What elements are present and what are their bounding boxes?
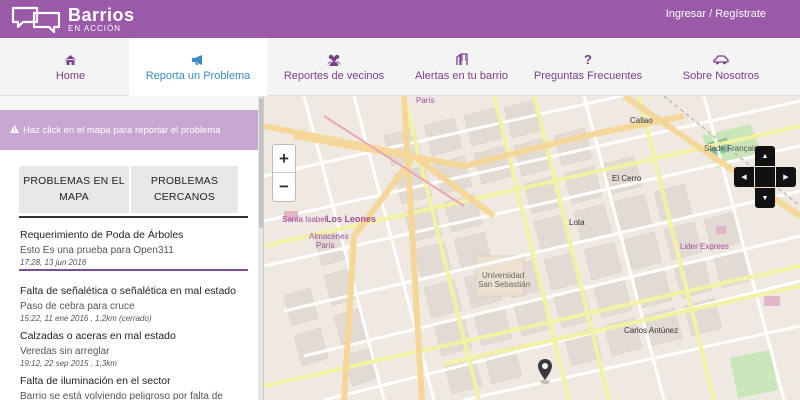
map-label-lota: Lota [569, 218, 585, 227]
report-desc: Esto Es una prueba para Open311 [20, 245, 174, 256]
pan-left-button[interactable]: ◀ [734, 167, 754, 187]
report-title: Calzadas o aceras en mal estado [20, 330, 176, 342]
report-item[interactable]: Falta de iluminación en el sector Barrio… [20, 375, 250, 400]
nav-home-label: Home [55, 69, 86, 82]
nav-neighborhood-alerts[interactable]: Alertas en tu barrio [401, 38, 522, 96]
tab-near-line1: PROBLEMAS [150, 175, 219, 188]
report-title: Falta de señalética o señalética en mal … [20, 285, 236, 297]
map-pin-icon[interactable] [537, 358, 553, 384]
map-label-san-sebastian: San Sebastián [478, 280, 531, 289]
map-label-almacenes-paris: París [316, 241, 335, 250]
nav-about-label: Sobre Nosotros [682, 69, 760, 82]
map-label-el-cerro: El Cerro [612, 174, 642, 183]
report-desc: Barrio se está volviendo peligroso por f… [20, 391, 223, 400]
question-icon: ? [584, 52, 592, 67]
zoom-in-button[interactable]: + [273, 145, 295, 173]
nav-about-us[interactable]: Sobre Nosotros [654, 38, 788, 96]
street-map[interactable]: Los Leones Almacenes París Santa Isabel … [264, 96, 800, 400]
map-click-alert: Haz click en el mapa para reportar el pr… [0, 110, 258, 150]
triangle-down-icon: ▼ [761, 194, 769, 202]
map-label-universidad: Universidad [482, 271, 525, 280]
nav-home[interactable]: Home [12, 38, 129, 96]
home-icon [64, 53, 77, 67]
brand-subtitle: EN ACCIÓN [68, 23, 122, 33]
zoom-out-button[interactable]: − [273, 173, 295, 201]
warning-icon [10, 124, 19, 136]
report-item[interactable]: Calzadas o aceras en mal estado Veredas … [20, 330, 250, 368]
top-header: Barrios EN ACCIÓN Ingresar / Regístrate [0, 0, 800, 38]
alert-building-icon [455, 53, 468, 67]
report-title: Requerimiento de Poda de Árboles [20, 229, 184, 241]
map-label-callao: Callao [630, 116, 653, 125]
map-label-los-leones: Los Leones [326, 214, 377, 224]
triangle-up-icon: ▲ [761, 152, 769, 160]
report-sidebar: Haz click en el mapa para reportar el pr… [0, 96, 264, 400]
report-item[interactable]: Falta de señalética o señalética en mal … [20, 285, 250, 323]
report-meta: 15:22, 11 ene 2016 , 1,2km (cerrado) [20, 314, 152, 323]
brand-title: Barrios [68, 4, 135, 25]
report-desc: Veredas sin arreglar [20, 346, 110, 357]
report-separator [19, 269, 248, 271]
tab-map-problems[interactable]: PROBLEMAS EN EL MAPA [19, 166, 129, 213]
tab-nearby-problems[interactable]: PROBLEMAS CERCANOS [131, 166, 238, 213]
login-register-link[interactable]: Ingresar / Regístrate [666, 8, 766, 20]
map-label-santa-isabel: Santa Isabel [282, 215, 327, 224]
map-label-lider: Lider Express [680, 242, 729, 251]
report-meta: 19:12, 22 sep 2015 , 1,3km [20, 359, 117, 368]
report-desc: Paso de cebra para cruce [20, 301, 135, 312]
users-icon [326, 53, 342, 67]
pan-center [755, 167, 775, 187]
sidebar-scrollbar-thumb[interactable] [259, 98, 263, 228]
report-item[interactable]: Requerimiento de Poda de Árboles Esto Es… [20, 229, 250, 267]
report-meta: 17:28, 13 jun 2016 [20, 258, 87, 267]
tab-underline [19, 216, 248, 218]
triangle-right-icon: ▶ [783, 174, 789, 181]
tab-map-line2: MAPA [59, 190, 89, 203]
tab-map-line1: PROBLEMAS EN EL [23, 175, 125, 188]
brand-logo[interactable]: Barrios EN ACCIÓN [10, 4, 135, 34]
triangle-left-icon: ◀ [741, 174, 747, 181]
nav-report-problem[interactable]: Reporta un Problema [129, 38, 267, 96]
speech-bubbles-icon [10, 4, 62, 34]
pan-down-button[interactable]: ▼ [755, 188, 775, 208]
nav-neighbor-reports[interactable]: Reportes de vecinos [267, 38, 401, 96]
map-label-paris: París [416, 96, 435, 105]
megaphone-icon [191, 53, 205, 67]
map-label-carlos-antunez: Carlos Antúnez [624, 326, 679, 335]
alert-text: Haz click en el mapa para reportar el pr… [23, 124, 221, 136]
pan-up-button[interactable]: ▲ [755, 146, 775, 166]
map-label-almacenes: Almacenes [309, 232, 349, 241]
pan-control: ▲ ◀ ▶ ▼ [734, 146, 798, 212]
zoom-control: + − [272, 144, 296, 202]
car-icon [713, 53, 729, 67]
nav-faq[interactable]: ? Preguntas Frecuentes [522, 38, 654, 96]
main-nav: Home Reporta un Problema Reportes de vec… [0, 38, 800, 96]
tab-near-line2: CERCANOS [153, 190, 216, 203]
report-title: Falta de iluminación en el sector [20, 375, 171, 387]
nav-report-label: Reporta un Problema [145, 69, 251, 82]
nav-neighbor-label: Reportes de vecinos [283, 69, 385, 82]
pan-right-button[interactable]: ▶ [776, 167, 796, 187]
nav-faq-label: Preguntas Frecuentes [533, 69, 643, 82]
nav-alerts-label: Alertas en tu barrio [415, 69, 508, 82]
